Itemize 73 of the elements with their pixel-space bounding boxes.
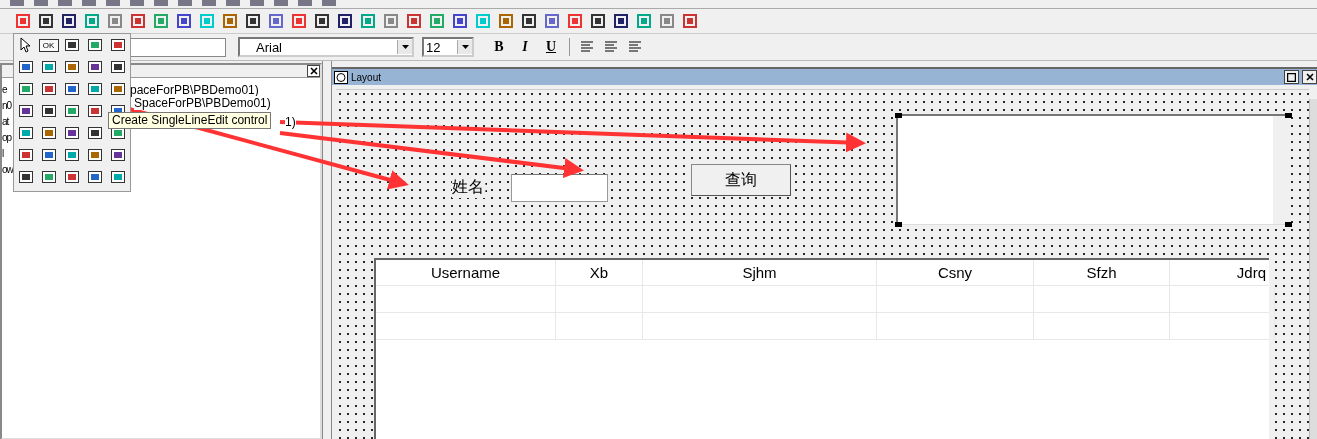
maximize-button[interactable] <box>1284 70 1299 84</box>
tree-item[interactable]: paceForPB\PBDemo01) <box>130 83 259 97</box>
toolbar-icon[interactable] <box>589 12 606 30</box>
control-icon[interactable] <box>108 37 127 53</box>
control-icon[interactable] <box>62 103 81 119</box>
name-label[interactable]: 姓名: <box>452 177 489 198</box>
control-icon[interactable] <box>39 81 58 97</box>
control-icon[interactable] <box>108 147 127 163</box>
toolbar-icon[interactable] <box>37 12 54 30</box>
control-icon[interactable] <box>85 169 104 185</box>
toolbar-icon[interactable] <box>175 12 192 30</box>
control-icon[interactable] <box>85 147 104 163</box>
toolbar-icon[interactable] <box>336 12 353 30</box>
control-icon[interactable] <box>85 103 104 119</box>
text-field[interactable] <box>128 37 226 57</box>
column-header[interactable]: Csny <box>877 260 1034 285</box>
control-icon[interactable] <box>62 37 81 53</box>
selection-handle[interactable] <box>895 113 902 118</box>
window-title: Layout <box>351 71 382 83</box>
close-button[interactable] <box>307 65 320 77</box>
control-icon[interactable] <box>108 169 127 185</box>
column-header[interactable]: Sjhm <box>643 260 877 285</box>
selection-handle[interactable] <box>1285 222 1292 227</box>
control-icon[interactable] <box>16 125 35 141</box>
caret-icon[interactable] <box>401 45 409 49</box>
column-header[interactable]: Sfzh <box>1034 260 1170 285</box>
control-icon[interactable] <box>85 125 104 141</box>
scrollbar[interactable] <box>1273 116 1288 224</box>
toolbar-icon[interactable] <box>313 12 330 30</box>
control-icon[interactable] <box>85 37 104 53</box>
selection-handle[interactable] <box>1285 113 1292 118</box>
control-icon[interactable] <box>62 81 81 97</box>
toolbar-icon[interactable] <box>451 12 468 30</box>
column-header[interactable]: Jdrq <box>1170 260 1274 285</box>
selection-handle[interactable] <box>895 222 902 227</box>
control-icon[interactable] <box>39 103 58 119</box>
control-icon[interactable] <box>39 147 58 163</box>
command-button-icon[interactable]: OK <box>38 38 59 52</box>
tree-item[interactable]: SpaceForPB\PBDemo01) <box>134 96 271 110</box>
toolbar-icon[interactable] <box>60 12 77 30</box>
control-icon[interactable] <box>16 81 35 97</box>
control-icon[interactable] <box>39 59 58 75</box>
control-icon[interactable] <box>16 147 35 163</box>
control-icon[interactable] <box>85 81 104 97</box>
control-icon[interactable] <box>108 59 127 75</box>
control-icon[interactable] <box>62 125 81 141</box>
column-header[interactable]: Username <box>376 260 556 285</box>
control-icon[interactable] <box>16 103 35 119</box>
control-icon[interactable] <box>39 169 58 185</box>
column-header[interactable]: Xb <box>556 260 643 285</box>
underline-button[interactable]: U <box>540 37 562 57</box>
control-icon[interactable] <box>62 59 81 75</box>
name-input[interactable] <box>511 174 608 202</box>
font-dropdown[interactable]: Arial <box>238 37 414 57</box>
toolbar-icon[interactable] <box>520 12 537 30</box>
bold-button[interactable]: B <box>488 37 510 57</box>
tree-item[interactable]: 1) <box>285 115 296 129</box>
control-icon[interactable] <box>85 59 104 75</box>
control-icon[interactable] <box>16 59 35 75</box>
toolbar-icon[interactable] <box>244 12 261 30</box>
size-dropdown[interactable]: 12 <box>422 37 474 57</box>
caret-icon[interactable] <box>461 45 469 49</box>
control-icon[interactable] <box>62 147 81 163</box>
control-icon[interactable] <box>62 169 81 185</box>
control-icon[interactable] <box>16 169 35 185</box>
query-button[interactable]: 查询 <box>691 164 791 196</box>
toolbar-icon[interactable] <box>612 12 629 30</box>
control-icon[interactable] <box>108 81 127 97</box>
tooltip: Create SingleLineEdit control <box>108 112 272 129</box>
window-icon <box>334 70 348 84</box>
italic-button[interactable]: I <box>514 37 536 57</box>
scrollbar[interactable] <box>1309 99 1317 439</box>
control-icon[interactable] <box>39 125 58 141</box>
